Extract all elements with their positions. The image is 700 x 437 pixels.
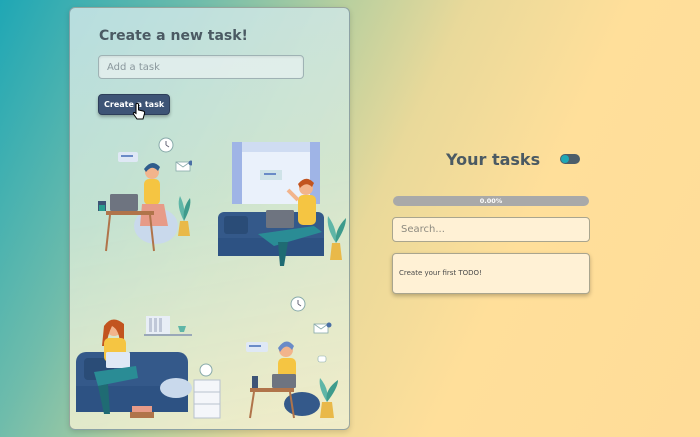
search-input[interactable] — [392, 217, 590, 242]
empty-todo-message: Create your first TODO! — [399, 269, 482, 277]
person-sofa-window-illustration — [218, 142, 346, 266]
woman-sofa-laptop-illustration — [76, 316, 221, 419]
progress-bar: 0.00% — [393, 196, 589, 206]
create-task-panel: Create a new task! Create a task — [69, 7, 350, 430]
pointer-cursor-icon — [132, 103, 146, 120]
empty-todo-card: Create your first TODO! — [392, 253, 590, 294]
toggle-icon — [561, 155, 569, 163]
theme-toggle[interactable] — [560, 154, 580, 164]
add-task-input[interactable] — [98, 55, 304, 79]
create-task-title: Create a new task! — [99, 28, 248, 44]
person-laptop-beanbag-illustration — [98, 137, 192, 252]
person-desk-coffee-illustration — [246, 296, 338, 419]
your-tasks-title: Your tasks — [446, 150, 541, 169]
progress-label: 0.00% — [479, 197, 503, 205]
